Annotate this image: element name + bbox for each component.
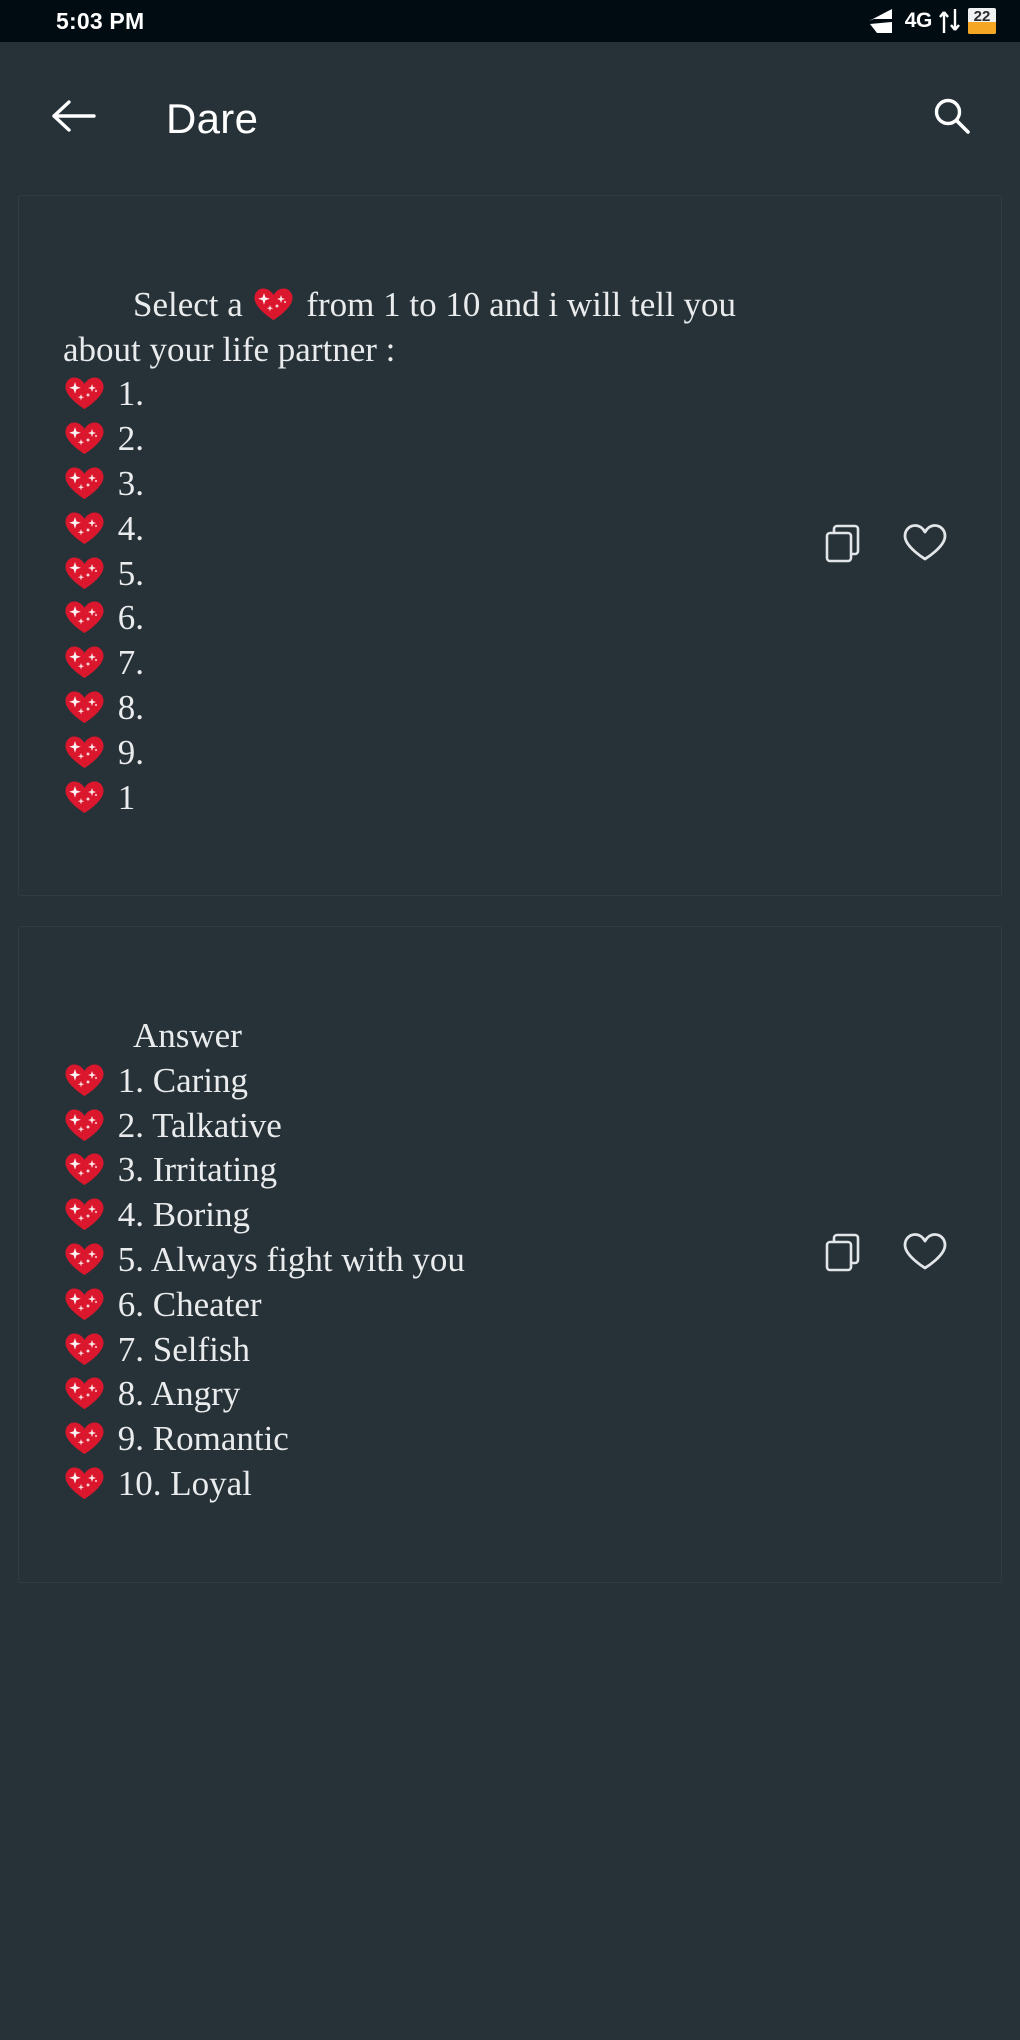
list-item: 1	[109, 777, 136, 817]
sparkling-heart-icon	[63, 1062, 107, 1098]
list-item: 7.	[109, 643, 144, 683]
sparkling-heart-icon	[63, 689, 107, 725]
list-item: 6. Cheater	[109, 1284, 262, 1324]
answer-heading: Answer	[133, 1015, 242, 1055]
page-title: Dare	[166, 94, 259, 142]
back-arrow-icon	[49, 96, 97, 141]
status-bar-time: 5:03 PM	[56, 7, 145, 34]
answer-item-list: 1. Caring 2. Talkative 3. Irritating 4. …	[63, 1061, 465, 1503]
heart-outline-icon	[902, 1231, 948, 1278]
sparkling-heart-icon	[63, 1286, 107, 1322]
copy-icon	[822, 522, 864, 569]
post-answer-text: Answer 1. Caring 2. Talkative 3. Irritat…	[63, 969, 787, 1551]
sparkling-heart-icon	[63, 465, 107, 501]
question-lead-1: Select a	[133, 284, 252, 324]
list-item: 4. Boring	[109, 1195, 250, 1235]
sparkling-heart-icon	[63, 779, 107, 815]
sparkling-heart-icon	[63, 420, 107, 456]
post-card-answer[interactable]: Answer 1. Caring 2. Talkative 3. Irritat…	[18, 926, 1002, 1583]
status-bar: 5:03 PM 4G 22	[0, 0, 1020, 42]
sparkling-heart-icon	[63, 1151, 107, 1187]
list-item: 9. Romantic	[109, 1419, 289, 1459]
sparkling-heart-icon	[63, 510, 107, 546]
sparkling-heart-icon	[63, 599, 107, 635]
sparkling-heart-icon	[63, 1420, 107, 1456]
favorite-button[interactable]	[901, 1230, 949, 1278]
post-card-answer-body: Answer 1. Caring 2. Talkative 3. Irritat…	[19, 969, 809, 1551]
list-item: 4.	[109, 508, 144, 548]
signal-bars-icon	[868, 8, 898, 34]
list-item: 8.	[109, 687, 144, 727]
post-card-question-body: Select a from 1 to 10 and i will tell yo…	[19, 238, 809, 865]
back-button[interactable]	[40, 86, 106, 152]
sparkling-heart-icon	[63, 555, 107, 591]
sparkling-heart-icon	[63, 1375, 107, 1411]
list-item: 2.	[109, 419, 144, 459]
list-item: 3. Irritating	[109, 1150, 278, 1190]
sparkling-heart-icon	[252, 286, 296, 322]
search-button[interactable]	[918, 86, 984, 152]
list-item: 1. Caring	[109, 1060, 249, 1100]
list-item: 8. Angry	[109, 1374, 241, 1414]
favorite-button[interactable]	[901, 522, 949, 570]
sparkling-heart-icon	[63, 1465, 107, 1501]
search-icon	[929, 94, 973, 143]
list-item: 9.	[109, 732, 144, 772]
post-list: Select a from 1 to 10 and i will tell yo…	[0, 195, 1020, 1583]
list-item: 6.	[109, 598, 144, 638]
sparkling-heart-icon	[63, 1196, 107, 1232]
list-item: 2. Talkative	[109, 1105, 282, 1145]
post-card-question[interactable]: Select a from 1 to 10 and i will tell yo…	[18, 195, 1002, 897]
heart-outline-icon	[902, 522, 948, 569]
sparkling-heart-icon	[63, 734, 107, 770]
post-actions-question	[819, 522, 949, 570]
question-item-list: 1. 2. 3. 4. 5. 6. 7. 8. 9. 1	[63, 374, 144, 817]
sparkling-heart-icon	[63, 644, 107, 680]
sparkling-heart-icon	[63, 1107, 107, 1143]
sparkling-heart-icon	[63, 375, 107, 411]
list-item: 3.	[109, 463, 144, 503]
battery-level-label: 22	[973, 8, 991, 25]
copy-icon	[822, 1231, 864, 1278]
list-item: 1.	[109, 374, 144, 414]
list-item: 5.	[109, 553, 144, 593]
battery-icon: 22	[968, 8, 996, 34]
data-transfer-icon	[939, 8, 961, 34]
app-bar: Dare	[0, 42, 1020, 195]
status-bar-icons: 4G 22	[868, 8, 996, 34]
list-item: 10. Loyal	[109, 1463, 252, 1503]
post-actions-answer	[819, 1230, 949, 1278]
list-item: 7. Selfish	[109, 1329, 250, 1369]
copy-button[interactable]	[819, 522, 867, 570]
network-type-label: 4G	[904, 9, 933, 32]
sparkling-heart-icon	[63, 1241, 107, 1277]
list-item: 5. Always fight with you	[109, 1239, 465, 1279]
sparkling-heart-icon	[63, 1331, 107, 1367]
post-question-text: Select a from 1 to 10 and i will tell yo…	[63, 238, 787, 865]
copy-button[interactable]	[819, 1230, 867, 1278]
